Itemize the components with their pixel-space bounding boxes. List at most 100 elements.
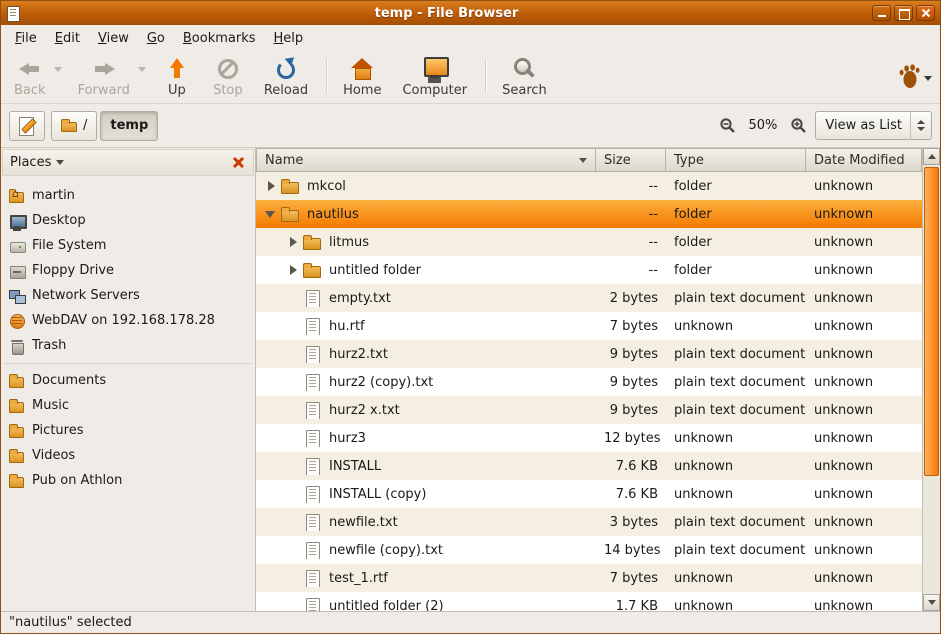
cell-name: newfile (copy).txt [256, 542, 596, 559]
sidebar-item[interactable]: Pictures [1, 418, 255, 443]
table-row[interactable]: mkcol -- folder unknown [256, 172, 922, 200]
table-row[interactable]: hu.rtf 7 bytes unknown unknown [256, 312, 922, 340]
menu-item[interactable]: File [7, 28, 45, 49]
chevron-down-icon[interactable] [138, 67, 146, 72]
menubar: FileEditViewGoBookmarksHelp [1, 25, 940, 51]
table-row[interactable]: empty.txt 2 bytes plain text document un… [256, 284, 922, 312]
table-row[interactable]: untitled folder -- folder unknown [256, 256, 922, 284]
sidebar-title[interactable]: Places [10, 155, 51, 170]
table-row[interactable]: litmus -- folder unknown [256, 228, 922, 256]
cell-date: unknown [806, 263, 922, 278]
column-header[interactable]: Size [596, 148, 666, 172]
main-area: Places martin Desktop File System [1, 148, 940, 611]
menu-item[interactable]: Edit [47, 28, 88, 49]
toolbar-button[interactable]: Computer [393, 52, 476, 100]
sort-arrow-icon [579, 158, 587, 163]
cell-name: INSTALL (copy) [256, 486, 596, 503]
toggle-location-entry-button[interactable] [9, 111, 45, 141]
column-header[interactable]: Date Modified [806, 148, 922, 172]
cell-size: 3 bytes [596, 515, 666, 530]
toolbar-button[interactable]: Search [493, 52, 556, 100]
sidebar-item[interactable]: WebDAV on 192.168.178.28 [1, 308, 255, 333]
sidebar-item[interactable]: Pub on Athlon [1, 468, 255, 493]
close-sidebar-icon[interactable] [231, 155, 246, 170]
zoom-out-button[interactable] [717, 115, 739, 137]
window-control-button[interactable] [916, 5, 935, 21]
file-icon [303, 290, 322, 307]
file-icon [281, 178, 300, 195]
table-row[interactable]: hurz3 12 bytes unknown unknown [256, 424, 922, 452]
table-row[interactable]: newfile (copy).txt 14 bytes plain text d… [256, 536, 922, 564]
edit-location-icon [17, 116, 37, 136]
toolbar-button[interactable]: Up [153, 52, 201, 100]
column-header[interactable]: Type [666, 148, 806, 172]
window-control-button[interactable] [872, 5, 891, 21]
zoom-in-button[interactable] [787, 115, 809, 137]
file-name: mkcol [307, 179, 346, 194]
path-button[interactable]: / [51, 111, 97, 141]
statusbar: "nautilus" selected [1, 611, 940, 633]
vertical-scrollbar[interactable] [922, 148, 940, 611]
table-row[interactable]: INSTALL (copy) 7.6 KB unknown unknown [256, 480, 922, 508]
toolbar-button[interactable]: Home [334, 52, 390, 100]
location-bar: / temp 50% View as List [1, 104, 940, 148]
view-as-dropdown[interactable]: View as List [815, 111, 932, 140]
sidebar-item[interactable]: Network Servers [1, 283, 255, 308]
sidebar-item-label: Pictures [32, 423, 83, 438]
cell-date: unknown [806, 291, 922, 306]
scroll-down-icon[interactable] [923, 594, 940, 611]
toolbar-button[interactable]: Reload [255, 52, 317, 100]
expander-icon[interactable] [286, 235, 300, 249]
expander-icon[interactable] [286, 263, 300, 277]
sidebar-item[interactable]: Floppy Drive [1, 258, 255, 283]
toolbar-overflow-icon[interactable] [922, 72, 934, 84]
cell-type: plain text document [666, 291, 806, 306]
path-button[interactable]: temp [100, 111, 158, 141]
cell-type: unknown [666, 459, 806, 474]
cell-type: unknown [666, 431, 806, 446]
menu-item[interactable]: View [90, 28, 137, 49]
cell-date: unknown [806, 347, 922, 362]
column-header[interactable]: Name [256, 148, 596, 172]
table-row[interactable]: untitled folder (2) 1.7 KB unknown unkno… [256, 592, 922, 611]
cell-type: plain text document [666, 403, 806, 418]
table-row[interactable]: test_1.rtf 7 bytes unknown unknown [256, 564, 922, 592]
table-row[interactable]: hurz2 (copy).txt 9 bytes plain text docu… [256, 368, 922, 396]
toolbar-button[interactable]: Forward [69, 52, 150, 100]
scrollbar-track[interactable] [923, 165, 940, 594]
sidebar-item[interactable]: Trash [1, 333, 255, 358]
sidebar-item[interactable]: Documents [1, 368, 255, 393]
window-control-button[interactable] [894, 5, 913, 21]
view-as-label: View as List [825, 118, 902, 133]
table-row[interactable]: hurz2.txt 9 bytes plain text document un… [256, 340, 922, 368]
chevron-down-icon[interactable] [56, 160, 64, 165]
menu-item[interactable]: Bookmarks [175, 28, 264, 49]
table-row[interactable]: INSTALL 7.6 KB unknown unknown [256, 452, 922, 480]
sidebar-item-icon [9, 398, 25, 414]
cell-date: unknown [806, 543, 922, 558]
sidebar-item[interactable]: Videos [1, 443, 255, 468]
zoom-in-icon [790, 117, 807, 134]
menu-item[interactable]: Go [139, 28, 173, 49]
chevron-down-icon[interactable] [54, 67, 62, 72]
sidebar-item[interactable]: martin [1, 183, 255, 208]
toolbar-button[interactable]: Back [5, 52, 66, 100]
sidebar-item[interactable]: File System [1, 233, 255, 258]
scrollbar-thumb[interactable] [924, 167, 939, 476]
menu-item[interactable]: Help [266, 28, 312, 49]
sidebar-item[interactable] [1, 358, 255, 368]
toolbar-button[interactable]: Stop [204, 52, 252, 100]
titlebar[interactable]: temp - File Browser [1, 1, 940, 25]
sidebar-item-label: Music [32, 398, 69, 413]
cell-name: nautilus [256, 206, 596, 223]
expander-icon[interactable] [264, 179, 278, 193]
file-name: newfile (copy).txt [329, 543, 443, 558]
sidebar-item[interactable]: Music [1, 393, 255, 418]
file-icon [303, 458, 322, 475]
table-row[interactable]: newfile.txt 3 bytes plain text document … [256, 508, 922, 536]
table-row[interactable]: nautilus -- folder unknown [256, 200, 922, 228]
expander-icon[interactable] [264, 207, 278, 221]
table-row[interactable]: hurz2 x.txt 9 bytes plain text document … [256, 396, 922, 424]
scroll-up-icon[interactable] [923, 148, 940, 165]
sidebar-item[interactable]: Desktop [1, 208, 255, 233]
